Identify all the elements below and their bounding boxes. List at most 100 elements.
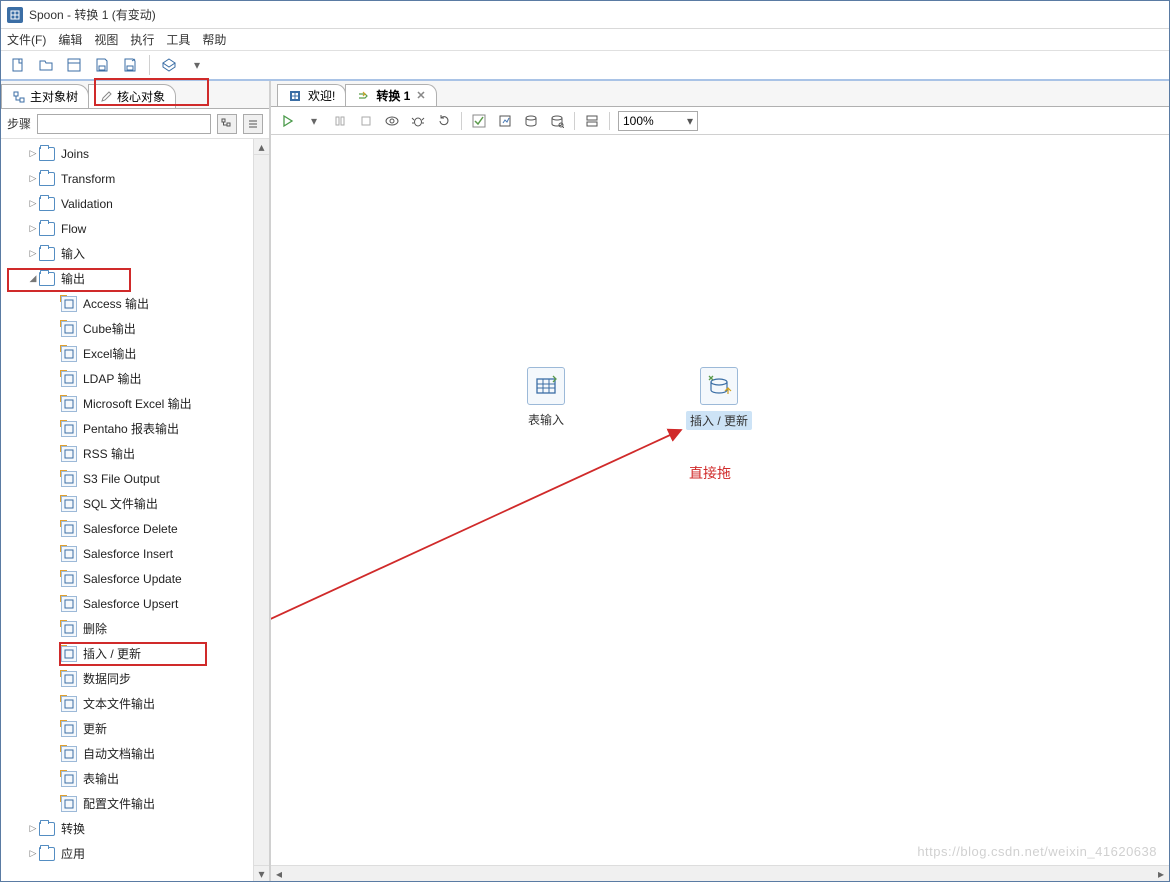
tree-step[interactable]: S3 File Output [1, 466, 269, 491]
expander-closed-icon[interactable]: ▷ [27, 198, 39, 209]
collapse-tree-button[interactable] [243, 114, 263, 134]
tree-step[interactable]: LDAP 输出 [1, 366, 269, 391]
scroll-left-icon[interactable]: ◂ [271, 866, 287, 881]
left-panel: 主对象树 核心对象 步骤 ▷Joins▷Transform▷Validation… [1, 81, 271, 881]
tree-step[interactable]: Salesforce Upsert [1, 591, 269, 616]
folder-label: Validation [61, 197, 113, 211]
step-label: 文本文件输出 [83, 695, 155, 712]
expander-closed-icon[interactable]: ▷ [27, 148, 39, 159]
welcome-icon [288, 89, 302, 103]
toolbar-separator [461, 112, 462, 130]
tree-step[interactable]: 删除 [1, 616, 269, 641]
tree-step[interactable]: Cube输出 [1, 316, 269, 341]
stop-icon[interactable] [357, 112, 375, 130]
step-label: 数据同步 [83, 670, 131, 687]
node-table-input[interactable]: 表输入 [527, 367, 565, 428]
tree-step[interactable]: 配置文件输出 [1, 791, 269, 816]
step-label: S3 File Output [83, 472, 160, 486]
step-label: Cube输出 [83, 320, 136, 337]
tree-folder[interactable]: ▷ Joins [1, 141, 269, 166]
scroll-right-icon[interactable]: ▸ [1153, 866, 1169, 881]
expander-closed-icon[interactable]: ▷ [27, 248, 39, 259]
dropdown-run-icon[interactable]: ▾ [305, 112, 323, 130]
tree-folder[interactable]: ▷ Validation [1, 191, 269, 216]
toolbar-separator [609, 112, 610, 130]
tree-step[interactable]: 插入 / 更新 [1, 641, 269, 666]
expand-tree-button[interactable] [217, 114, 237, 134]
run-icon[interactable] [279, 112, 297, 130]
filter-input[interactable] [37, 114, 211, 134]
tab-main-tree-label: 主对象树 [30, 88, 78, 105]
menubar: 文件(F) 编辑 视图 执行 工具 帮助 [1, 29, 1169, 51]
perspective-icon[interactable] [160, 56, 178, 74]
menu-view[interactable]: 视图 [94, 31, 118, 48]
tree-step[interactable]: SQL 文件输出 [1, 491, 269, 516]
tree-step[interactable]: Pentaho 报表输出 [1, 416, 269, 441]
open-icon[interactable] [37, 56, 55, 74]
tree-folder[interactable]: ▷Transform [1, 166, 269, 191]
show-results-icon[interactable] [583, 112, 601, 130]
dropdown-icon[interactable]: ▾ [188, 56, 206, 74]
tree-step[interactable]: RSS 输出 [1, 441, 269, 466]
tree-step[interactable]: 表输出 [1, 766, 269, 791]
tree-step[interactable]: 更新 [1, 716, 269, 741]
tab-main-tree[interactable]: 主对象树 [1, 84, 89, 108]
tree-folder[interactable]: ▷转换 [1, 816, 269, 841]
tab-transform-1[interactable]: 转换 1 ✕ [345, 84, 436, 106]
tree-folder[interactable]: ▷输入 [1, 241, 269, 266]
tree-step[interactable]: 数据同步 [1, 666, 269, 691]
explore-db-icon[interactable] [548, 112, 566, 130]
new-icon[interactable] [9, 56, 27, 74]
tree-folder[interactable]: ▷Flow [1, 216, 269, 241]
tab-core-objects[interactable]: 核心对象 [88, 84, 176, 108]
saveas-icon[interactable] [121, 56, 139, 74]
tree-folder[interactable]: ▷应用 [1, 841, 269, 866]
folder-icon [39, 247, 55, 261]
editor-tabs: 欢迎! 转换 1 ✕ [271, 81, 1169, 107]
zoom-select[interactable]: 100% ▾ [618, 111, 698, 131]
preview-icon[interactable] [383, 112, 401, 130]
analyze-icon[interactable] [496, 112, 514, 130]
scroll-up-icon[interactable]: ▴ [254, 139, 269, 155]
tree-step[interactable]: 自动文档输出 [1, 741, 269, 766]
steps-tree[interactable]: ▷Joins▷Transform▷Validation▷Flow▷输入◢输出Ac… [1, 139, 269, 881]
filter-label: 步骤 [7, 115, 31, 132]
canvas-h-scrollbar[interactable]: ◂ ▸ [271, 865, 1169, 881]
tree-step[interactable]: Salesforce Update [1, 566, 269, 591]
tree-step[interactable]: Excel输出 [1, 341, 269, 366]
menu-edit[interactable]: 编辑 [58, 31, 82, 48]
tree-folder[interactable]: ◢输出 [1, 266, 269, 291]
toolbar-separator [149, 55, 150, 75]
scroll-track[interactable] [287, 866, 1153, 881]
node-insert-update[interactable]: 插入 / 更新 [686, 367, 752, 430]
expander-closed-icon[interactable]: ▷ [27, 223, 39, 234]
expander-open-icon[interactable]: ◢ [27, 273, 39, 284]
tree-scrollbar[interactable]: ▴ ▾ [253, 139, 269, 881]
tree-step[interactable]: Microsoft Excel 输出 [1, 391, 269, 416]
menu-run[interactable]: 执行 [130, 31, 154, 48]
tree-step[interactable]: Salesforce Insert [1, 541, 269, 566]
save-icon[interactable] [93, 56, 111, 74]
menu-file[interactable]: 文件(F) [7, 31, 46, 48]
close-tab-icon[interactable]: ✕ [416, 89, 425, 102]
sql-icon[interactable] [522, 112, 540, 130]
debug-icon[interactable] [409, 112, 427, 130]
menu-help[interactable]: 帮助 [202, 31, 226, 48]
scroll-down-icon[interactable]: ▾ [254, 865, 269, 881]
editor-toolbar: ▾ 100% ▾ [271, 107, 1169, 135]
expander-closed-icon[interactable]: ▷ [27, 823, 39, 834]
tree-step[interactable]: Access 输出 [1, 291, 269, 316]
expander-closed-icon[interactable]: ▷ [27, 173, 39, 184]
step-label: Excel输出 [83, 345, 136, 362]
tab-welcome[interactable]: 欢迎! [277, 84, 346, 106]
menu-tools[interactable]: 工具 [166, 31, 190, 48]
replay-icon[interactable] [435, 112, 453, 130]
verify-icon[interactable] [470, 112, 488, 130]
canvas[interactable]: 表输入 插入 / 更新 直接拖 https://blog.csdn.net/we… [271, 135, 1169, 865]
expander-closed-icon[interactable]: ▷ [27, 848, 39, 859]
pause-icon[interactable] [331, 112, 349, 130]
tree-step[interactable]: 文本文件输出 [1, 691, 269, 716]
folder-label: Joins [61, 147, 89, 161]
tree-step[interactable]: Salesforce Delete [1, 516, 269, 541]
explore-icon[interactable] [65, 56, 83, 74]
